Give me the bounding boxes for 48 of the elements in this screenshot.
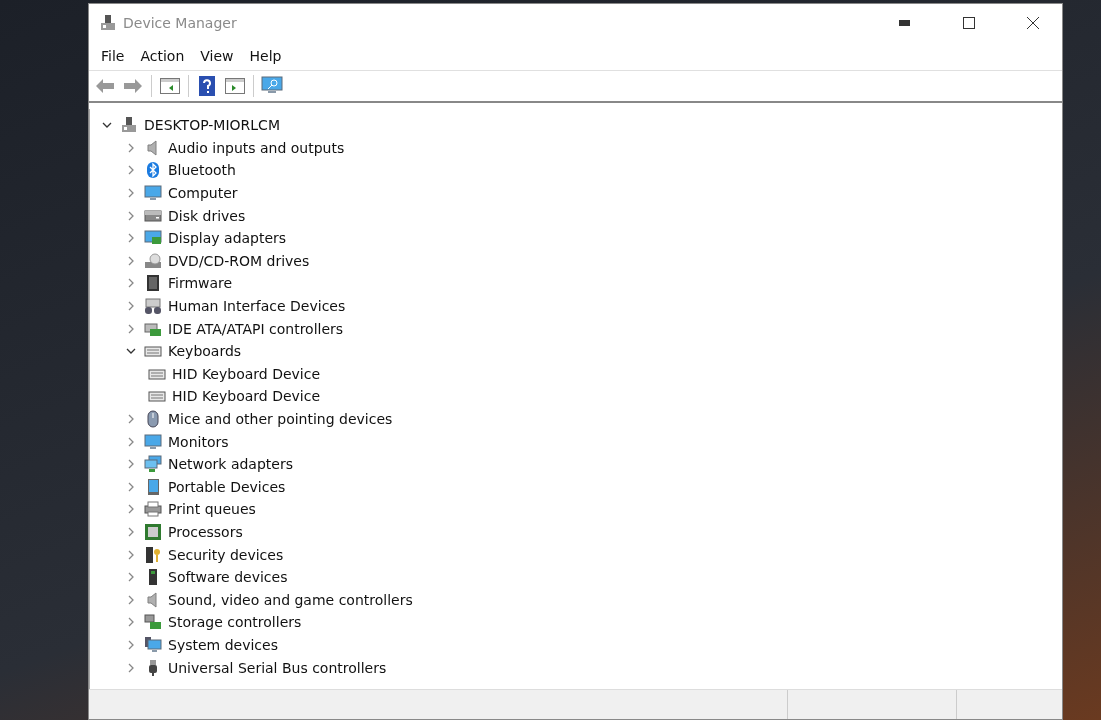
tree-item[interactable]: Computer <box>168 185 238 202</box>
tree-item[interactable]: System devices <box>168 636 278 653</box>
tree-item[interactable]: IDE ATA/ATAPI controllers <box>168 320 344 337</box>
tree-item[interactable]: DESKTOP-MIORLCM <box>144 117 280 134</box>
minimize-icon <box>899 17 911 29</box>
tree-item[interactable]: Network adapters <box>168 456 293 473</box>
printer-icon <box>144 500 162 519</box>
tree-item[interactable]: Display adapters <box>168 230 287 247</box>
tree-item[interactable]: Universal Serial Bus controllers <box>168 659 387 676</box>
tree-item[interactable]: Disk drives <box>168 207 246 224</box>
menu-item[interactable]: Help <box>241 48 290 64</box>
maximize-icon <box>963 17 975 29</box>
tree-item[interactable]: HID Keyboard Device <box>172 365 321 382</box>
computer-tower-icon <box>99 14 117 32</box>
chip-icon <box>144 274 162 293</box>
tree-item[interactable]: Keyboards <box>168 343 242 360</box>
bluetooth-icon <box>144 161 162 180</box>
tree-item[interactable]: Bluetooth <box>168 162 236 179</box>
tree-item[interactable]: Print queues <box>168 501 256 518</box>
tree-item[interactable]: Human Interface Devices <box>168 298 346 315</box>
mouse-icon <box>144 410 162 428</box>
tree-item[interactable]: Software devices <box>168 569 288 586</box>
system-icon <box>144 635 162 654</box>
tree-item[interactable]: Security devices <box>168 546 284 563</box>
menu-item[interactable]: View <box>192 48 242 64</box>
monitor-icon <box>144 432 162 451</box>
monitor-icon <box>144 184 162 203</box>
tree-item[interactable]: Firmware <box>168 275 233 292</box>
tree-item[interactable]: Audio inputs and outputs <box>168 139 345 156</box>
tree-item[interactable]: HID Keyboard Device <box>172 388 321 405</box>
disc-drive-icon <box>144 251 162 270</box>
processor-icon <box>144 523 162 541</box>
tree-item[interactable]: Mice and other pointing devices <box>168 411 393 427</box>
window-title: Device Manager <box>123 15 238 31</box>
tree-item[interactable]: Monitors <box>168 433 229 450</box>
storage-controller-icon <box>144 613 162 632</box>
network-icon <box>144 455 162 474</box>
key-tower-icon <box>144 545 162 564</box>
menu-item[interactable]: Action <box>132 48 193 64</box>
tree-item[interactable]: Portable Devices <box>168 478 286 495</box>
tree-item[interactable]: DVD/CD-ROM drives <box>168 252 310 269</box>
tree-item[interactable]: Sound, video and game controllers <box>168 591 413 608</box>
keyboard-mouse-icon <box>144 297 162 316</box>
close-icon <box>1027 17 1039 29</box>
tree-item[interactable]: Processors <box>168 524 243 540</box>
computer-tower-icon <box>120 116 138 135</box>
menu-item[interactable]: File <box>93 48 133 64</box>
tree-item[interactable]: Storage controllers <box>168 614 302 631</box>
